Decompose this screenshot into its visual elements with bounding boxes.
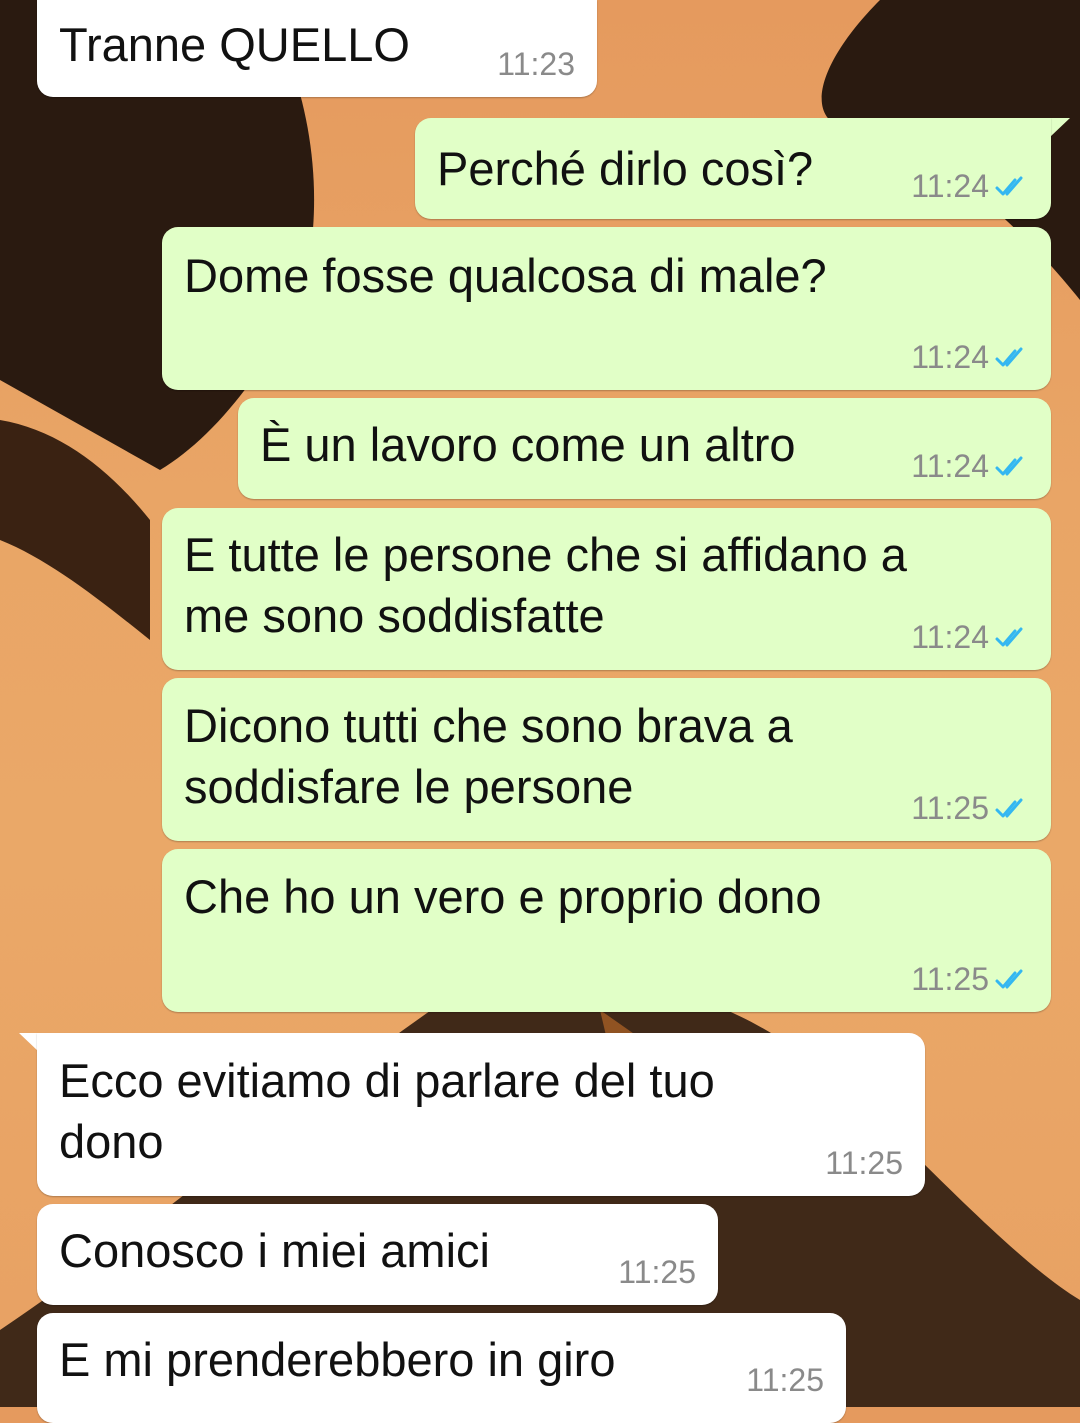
message-bubble-outgoing[interactable]: Che ho un vero e proprio dono 11:25	[162, 849, 1051, 1012]
message-time: 11:24	[911, 619, 989, 655]
message-bubble-outgoing[interactable]: Dome fosse qualcosa di male? 11:24	[162, 227, 1051, 390]
message-time: 11:24	[911, 339, 989, 375]
message-text: Dicono tutti che sono brava a soddisfare…	[184, 699, 793, 813]
message-text: Dome fosse qualcosa di male?	[184, 249, 827, 302]
message-meta: 11:24	[911, 168, 1029, 205]
message-text: Conosco i miei amici	[59, 1224, 490, 1277]
message-meta: 11:25	[911, 961, 1029, 998]
message-meta: 11:25	[825, 1145, 903, 1182]
message-bubble-incoming[interactable]: Ecco evitiamo di parlare del tuo dono 11…	[37, 1033, 925, 1196]
message-text: E mi prenderebbero in giro	[59, 1333, 616, 1386]
double-check-read-icon	[995, 176, 1023, 195]
message-meta: 11:24	[911, 339, 1029, 376]
message-bubble-outgoing[interactable]: Dicono tutti che sono brava a soddisfare…	[162, 678, 1051, 841]
message-meta: 11:25	[618, 1254, 696, 1291]
message-time: 11:23	[497, 46, 575, 82]
double-check-read-icon	[995, 347, 1023, 366]
message-bubble-incoming[interactable]: Tranne QUELLO 11:23	[37, 0, 597, 97]
message-meta: 11:24	[911, 619, 1029, 656]
message-text: Perché dirlo così?	[437, 142, 814, 195]
double-check-read-icon	[995, 627, 1023, 646]
message-time: 11:24	[911, 168, 989, 204]
message-text: Tranne QUELLO	[59, 18, 410, 71]
message-meta: 11:25	[746, 1362, 824, 1399]
double-check-read-icon	[995, 969, 1023, 988]
message-meta: 11:23	[497, 46, 575, 83]
message-time: 11:25	[746, 1362, 824, 1398]
double-check-read-icon	[995, 456, 1023, 475]
message-bubble-outgoing[interactable]: E tutte le persone che si affidano a me …	[162, 508, 1051, 670]
message-meta: 11:24	[911, 448, 1029, 485]
message-time: 11:25	[618, 1254, 696, 1290]
message-text: È un lavoro come un altro	[260, 418, 796, 471]
message-text: Che ho un vero e proprio dono	[184, 870, 822, 923]
message-time: 11:25	[911, 790, 989, 826]
message-bubble-incoming[interactable]: Conosco i miei amici 11:25	[37, 1204, 718, 1305]
message-bubble-outgoing[interactable]: È un lavoro come un altro 11:24	[238, 398, 1051, 499]
message-text: E tutte le persone che si affidano a me …	[184, 528, 907, 642]
message-text: Ecco evitiamo di parlare del tuo dono	[59, 1054, 715, 1168]
message-meta: 11:25	[911, 790, 1029, 827]
message-time: 11:24	[911, 448, 989, 484]
message-time: 11:25	[825, 1145, 903, 1181]
message-time: 11:25	[911, 961, 989, 997]
double-check-read-icon	[995, 798, 1023, 817]
message-bubble-outgoing[interactable]: Perché dirlo così? 11:24	[415, 118, 1051, 219]
